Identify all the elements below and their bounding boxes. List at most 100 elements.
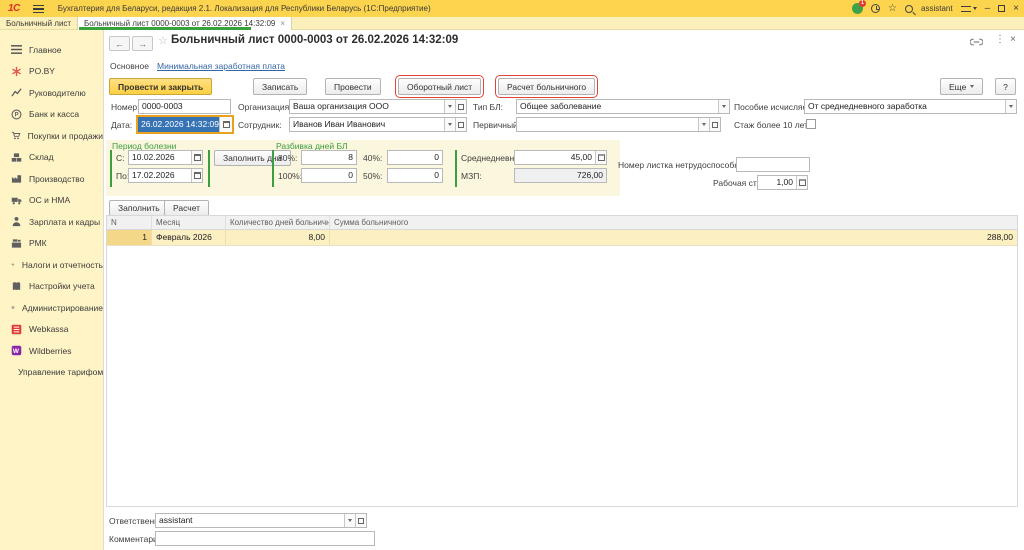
calculate-button[interactable]: Расчет (164, 200, 209, 216)
tab-sick-leave-list[interactable]: Больничный лист × (0, 17, 87, 30)
open-icon[interactable] (455, 118, 466, 131)
sidebar-item-wildberries[interactable]: W Wildberries (0, 340, 103, 362)
sidebar-item-administrirovanie[interactable]: Администрирование (0, 297, 103, 319)
minimize-icon[interactable]: – (985, 0, 991, 17)
sidebar-item-nalogi[interactable]: % Налоги и отчетность (0, 254, 103, 276)
dropdown-icon[interactable] (444, 100, 455, 113)
forward-button[interactable]: → (132, 36, 153, 51)
open-icon[interactable] (355, 514, 366, 527)
nav-link-min-wage[interactable]: Минимальная заработная плата (157, 61, 285, 71)
p100-field[interactable]: 0 (301, 168, 357, 183)
responsible-field[interactable]: assistant (155, 513, 367, 528)
sidebar-item-nastroyki-ucheta[interactable]: Настройки учета (0, 276, 103, 298)
seniority-checkbox[interactable] (806, 119, 816, 129)
favorite-star-icon[interactable]: ☆ (158, 34, 168, 47)
column-header-sum[interactable]: Сумма больничного (330, 216, 1017, 229)
link-icon[interactable] (970, 38, 983, 48)
dropdown-icon[interactable] (444, 118, 455, 131)
p40-field[interactable]: 0 (387, 150, 443, 165)
help-button[interactable]: ? (995, 78, 1016, 95)
nav-tab-main[interactable]: Основное (110, 61, 149, 71)
sick-pay-calculation-button[interactable]: Расчет больничного (498, 78, 595, 95)
sick-type-field[interactable]: Общее заболевание (516, 99, 730, 114)
period-to-field[interactable]: 17.02.2026 (128, 168, 203, 183)
turnover-sheet-button[interactable]: Оборотный лист (398, 78, 481, 95)
table-row[interactable]: 1 Февраль 2026 8,00 288,00 (107, 230, 1017, 246)
tab-close-icon[interactable]: × (280, 19, 285, 28)
sidebar-item-bank-kassa[interactable]: Р Банк и касса (0, 104, 103, 126)
sidebar-item-pokupki-prodazhi[interactable]: Покупки и продажи (0, 125, 103, 147)
calculator-icon[interactable] (796, 176, 807, 189)
comment-field[interactable] (155, 531, 375, 546)
calendar-icon[interactable] (219, 117, 232, 132)
avg-daily-field[interactable]: 45,00 (514, 150, 607, 165)
open-icon[interactable] (709, 118, 720, 131)
period-from-field[interactable]: 10.02.2026 (128, 150, 203, 165)
1c-logo: 1С (8, 3, 20, 14)
search-icon[interactable] (905, 5, 913, 13)
mzp-label: МЗП: (461, 171, 482, 181)
number-field[interactable]: 0000-0003 (138, 99, 231, 114)
write-button[interactable]: Записать (253, 78, 307, 95)
sidebar-item-rmk[interactable]: РМК (0, 233, 103, 255)
favorites-star-icon[interactable]: ☆ (888, 0, 897, 17)
seniority-label: Стаж более 10 лет: (734, 120, 810, 130)
fill-button[interactable]: Заполнить (109, 200, 169, 216)
column-header-month[interactable]: Месяц (152, 216, 226, 229)
sidebar-item-sklad[interactable]: Склад (0, 147, 103, 169)
number-label: Номер: (111, 102, 140, 112)
current-user[interactable]: assistant (921, 4, 953, 13)
cell-days: 8,00 (226, 230, 330, 245)
number-value: 0000-0003 (139, 100, 230, 113)
discussions-icon[interactable]: 1 (852, 3, 863, 14)
organization-field[interactable]: Ваша организация ООО (289, 99, 467, 114)
settings-menu-icon[interactable] (961, 6, 977, 12)
primary-field[interactable] (516, 117, 721, 132)
p50-field[interactable]: 0 (387, 168, 443, 183)
calendar-icon[interactable] (191, 151, 202, 164)
sidebar-item-po-by[interactable]: PO.BY (0, 61, 103, 83)
book-icon (11, 281, 22, 292)
main-menu-burger-icon[interactable] (33, 5, 44, 13)
employee-value: Иванов Иван Иванович (290, 118, 444, 131)
certificate-number-field[interactable] (736, 157, 810, 172)
sidebar-item-upravlenie-tarifom[interactable]: Управление тарифом (0, 362, 103, 384)
calculator-icon[interactable] (595, 151, 606, 164)
work-rate-field[interactable]: 1,00 (757, 175, 808, 190)
dropdown-icon[interactable] (344, 514, 355, 527)
close-form-icon[interactable]: × (1010, 34, 1016, 45)
person-icon (11, 216, 22, 227)
date-field[interactable]: 26.02.2026 14:32:09 (136, 115, 234, 134)
avg-daily-value: 45,00 (515, 151, 595, 164)
maximize-icon[interactable] (998, 5, 1005, 12)
column-header-n[interactable]: N (107, 216, 152, 229)
sidebar-item-label: Покупки и продажи (28, 131, 103, 141)
back-button[interactable]: ← (109, 36, 130, 51)
close-app-icon[interactable]: × (1013, 0, 1019, 17)
dropdown-icon[interactable] (718, 100, 729, 113)
p80-field[interactable]: 8 (301, 150, 357, 165)
dropdown-icon[interactable] (1005, 100, 1016, 113)
open-icon[interactable] (455, 100, 466, 113)
percent-icon: % (11, 259, 15, 270)
dropdown-icon[interactable] (698, 118, 709, 131)
po-by-star-icon (11, 66, 22, 77)
sidebar-item-os-nma[interactable]: ОС и НМА (0, 190, 103, 212)
sidebar-item-glavnoe[interactable]: Главное (0, 39, 103, 61)
calendar-icon[interactable] (191, 169, 202, 182)
sidebar-item-proizvodstvo[interactable]: Производство (0, 168, 103, 190)
sidebar-item-rukovoditelyu[interactable]: Руководителю (0, 82, 103, 104)
column-header-days[interactable]: Количество дней больничного (226, 216, 330, 229)
sidebar-item-zarplata-kadry[interactable]: Зарплата и кадры (0, 211, 103, 233)
more-menu-icon[interactable]: ⋮ (995, 34, 1005, 45)
sidebar-item-webkassa[interactable]: Webkassa (0, 319, 103, 341)
tab-label: Больничный лист (6, 19, 71, 28)
post-and-close-button[interactable]: Провести и закрыть (109, 78, 212, 95)
table-header-row: N Месяц Количество дней больничного Сумм… (107, 216, 1017, 230)
employee-field[interactable]: Иванов Иван Иванович (289, 117, 467, 132)
history-icon[interactable] (871, 4, 880, 13)
post-button[interactable]: Провести (325, 78, 381, 95)
benefit-field[interactable]: От среднедневного заработка (804, 99, 1017, 114)
sidebar-item-label: Зарплата и кадры (29, 217, 100, 227)
more-button[interactable]: Еще (940, 78, 983, 95)
